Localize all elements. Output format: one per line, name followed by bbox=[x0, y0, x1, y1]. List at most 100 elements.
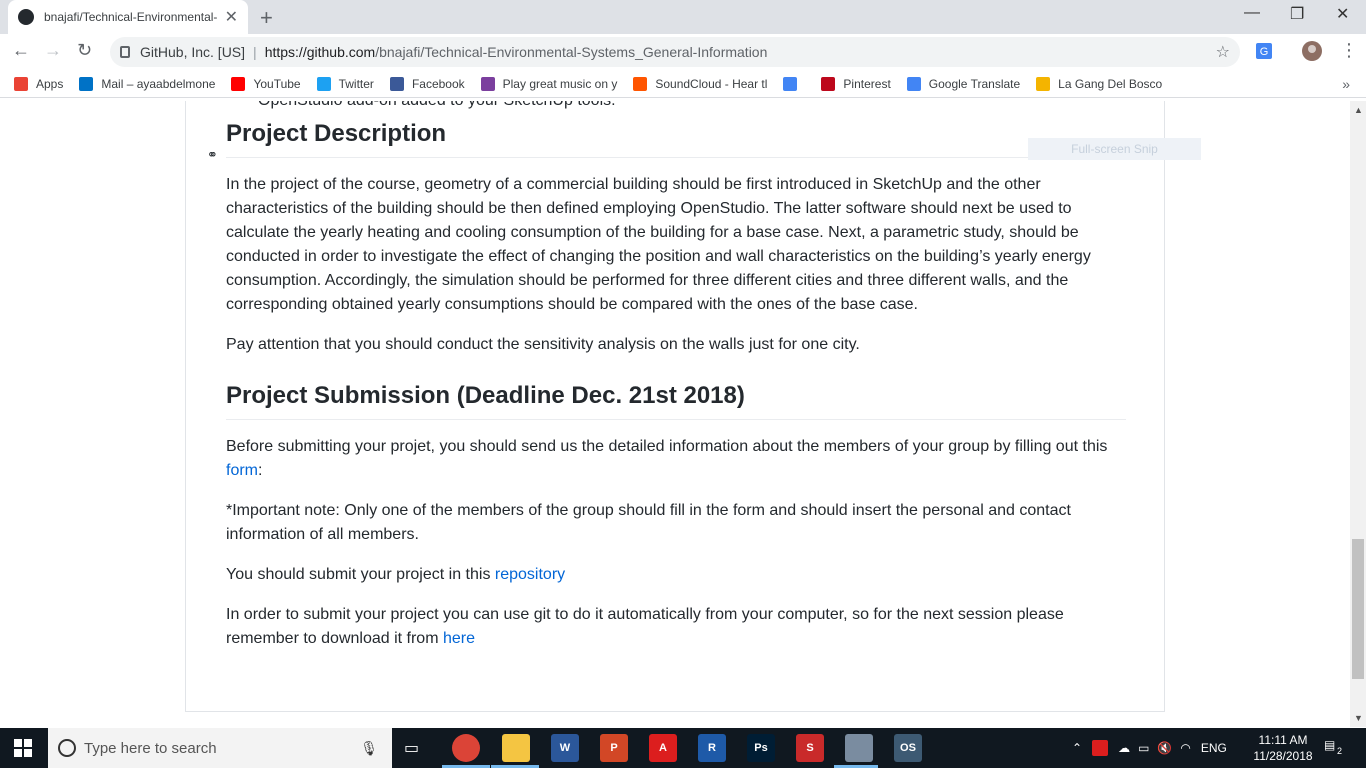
attention-paragraph: Pay attention that you should conduct th… bbox=[226, 336, 860, 353]
bookmark-star-icon[interactable]: ☆ bbox=[1216, 42, 1230, 62]
url-host: https://github.com bbox=[264, 44, 376, 60]
acrobat-icon-letter: A bbox=[659, 742, 667, 754]
certificate-label: GitHub, Inc. [US] bbox=[140, 44, 246, 60]
url-path: /bnajafi/Technical-Environmental-Systems… bbox=[375, 44, 768, 60]
bookmark-label: Facebook bbox=[411, 76, 465, 91]
close-tab-icon[interactable]: ✕ bbox=[225, 7, 238, 27]
pinterest-icon bbox=[821, 76, 836, 91]
here-link[interactable]: here bbox=[443, 630, 475, 647]
music-icon bbox=[480, 76, 495, 91]
clock[interactable]: 11:11 AM 11/28/2018 bbox=[1250, 732, 1316, 764]
bookmark-0[interactable]: Apps bbox=[14, 76, 64, 91]
bookmark-label: SoundCloud - Hear tl bbox=[655, 76, 768, 91]
onedrive-icon[interactable]: ☁ bbox=[1118, 741, 1130, 755]
browser-tab[interactable]: bnajafi/Technical-Environmental- ✕ bbox=[8, 0, 248, 34]
taskbar-search-box[interactable]: Type here to search 🎙 bbox=[48, 728, 392, 768]
bookmark-6[interactable]: SoundCloud - Hear tl bbox=[633, 76, 768, 91]
paint-taskbar-icon[interactable] bbox=[845, 734, 873, 762]
link-anchor-icon[interactable]: ⚭ bbox=[207, 147, 218, 163]
scroll-up-arrow-icon[interactable]: ▲ bbox=[1354, 105, 1363, 115]
url-separator: | bbox=[253, 44, 257, 60]
restore-icon[interactable]: ❐ bbox=[1290, 4, 1304, 24]
photoshop-icon-letter: Ps bbox=[754, 742, 768, 754]
bookmark-label: Apps bbox=[36, 76, 64, 91]
task-view-icon[interactable]: ▭ bbox=[404, 738, 419, 758]
facebook-icon bbox=[389, 76, 404, 91]
back-icon[interactable]: ← bbox=[12, 40, 30, 61]
bookmark-5[interactable]: Play great music on y bbox=[480, 76, 617, 91]
powerpoint-icon-letter: P bbox=[610, 742, 618, 754]
photoshop-taskbar-icon[interactable]: Ps bbox=[747, 734, 775, 762]
powerpoint-taskbar-icon[interactable]: P bbox=[600, 734, 628, 762]
bookmark-4[interactable]: Facebook bbox=[389, 76, 465, 91]
profile-avatar[interactable] bbox=[1302, 41, 1322, 61]
chrome-taskbar-icon[interactable] bbox=[452, 734, 480, 762]
description-paragraph: In the project of the course, geometry o… bbox=[226, 176, 1091, 313]
openstudio-taskbar-icon[interactable]: OS bbox=[894, 734, 922, 762]
browser-toolbar: ← → ↻ GitHub, Inc. [US] | https://github… bbox=[0, 34, 1366, 70]
bookmark-8[interactable]: Pinterest bbox=[821, 76, 891, 91]
reload-icon[interactable]: ↻ bbox=[77, 40, 92, 61]
scrollbar-thumb[interactable] bbox=[1352, 539, 1364, 679]
form-link[interactable]: form bbox=[226, 462, 258, 479]
notification-count: 2 bbox=[1337, 746, 1343, 756]
bookmark-9[interactable]: Google Translate bbox=[906, 76, 1021, 91]
bookmark-label: Twitter bbox=[338, 76, 374, 91]
revit-icon-letter: R bbox=[708, 742, 716, 754]
cortana-icon[interactable] bbox=[58, 739, 76, 757]
word-taskbar-icon[interactable]: W bbox=[551, 734, 579, 762]
minimize-icon[interactable]: — bbox=[1244, 4, 1260, 22]
bookmark-label: La Gang Del Bosco bbox=[1058, 76, 1163, 91]
bookmark-10[interactable]: La Gang Del Bosco bbox=[1036, 76, 1163, 91]
bookmark-label: Pinterest bbox=[843, 76, 891, 91]
acrobat-tray-icon[interactable] bbox=[1092, 740, 1109, 756]
wifi-icon[interactable]: ◠ bbox=[1180, 741, 1190, 755]
twitter-icon bbox=[316, 76, 331, 91]
readme-container: OpenStudio add-on added to your SketchUp… bbox=[185, 101, 1165, 712]
language-indicator[interactable]: ENG bbox=[1201, 741, 1227, 755]
forward-icon[interactable]: → bbox=[44, 40, 62, 61]
important-note-paragraph: *Important note: Only one of the members… bbox=[226, 502, 1071, 543]
notifications-icon[interactable]: ▤ 2 bbox=[1324, 738, 1344, 758]
windows-start-icon[interactable] bbox=[14, 739, 32, 757]
tab-title: bnajafi/Technical-Environmental- bbox=[44, 10, 218, 24]
repository-link[interactable]: repository bbox=[495, 566, 565, 583]
microphone-icon[interactable]: 🎙 bbox=[360, 740, 378, 757]
sketchup-taskbar-icon[interactable]: S bbox=[796, 734, 824, 762]
bookmark-2[interactable]: YouTube bbox=[231, 76, 301, 91]
bookmark-3[interactable]: Twitter bbox=[316, 76, 374, 91]
new-tab-button[interactable]: + bbox=[260, 5, 273, 31]
address-bar[interactable]: GitHub, Inc. [US] | https://github.com/b… bbox=[110, 37, 1240, 67]
system-tray: ⌃ ☁ ▭ 🔇 ◠ ENG bbox=[1072, 728, 1227, 768]
file-explorer-taskbar-icon[interactable] bbox=[502, 734, 530, 762]
form-paragraph-colon: : bbox=[258, 462, 263, 479]
apps-grid-icon bbox=[14, 76, 28, 91]
bookmark-label: Google Translate bbox=[928, 76, 1021, 91]
outlook-icon bbox=[79, 76, 94, 91]
revit-taskbar-icon[interactable]: R bbox=[698, 734, 726, 762]
section-title-submission: Project Submission (Deadline Dec. 21st 2… bbox=[226, 381, 1126, 420]
openstudio-icon-letter: OS bbox=[900, 742, 916, 754]
google-translate-extension-icon[interactable]: G bbox=[1255, 42, 1273, 60]
volume-muted-icon[interactable]: 🔇 bbox=[1157, 741, 1172, 755]
lock-icon[interactable] bbox=[120, 46, 130, 58]
acrobat-taskbar-icon[interactable]: A bbox=[649, 734, 677, 762]
drive-icon bbox=[1036, 76, 1051, 91]
word-icon-letter: W bbox=[559, 742, 571, 754]
scroll-down-arrow-icon[interactable]: ▼ bbox=[1354, 713, 1363, 723]
repository-paragraph: You should submit your project in this r… bbox=[226, 563, 1126, 587]
google-icon bbox=[783, 76, 798, 91]
snip-overlay[interactable]: Full-screen Snip bbox=[1028, 138, 1201, 160]
more-bookmarks-icon[interactable]: » bbox=[1342, 76, 1350, 92]
bookmark-1[interactable]: Mail – ayaabdelmone bbox=[79, 76, 215, 91]
menu-icon[interactable]: ⋮ bbox=[1340, 40, 1358, 61]
show-hidden-icons-icon[interactable]: ⌃ bbox=[1072, 741, 1082, 755]
bookmark-7[interactable] bbox=[783, 76, 805, 91]
previous-list-item: OpenStudio add-on added to your SketchUp… bbox=[258, 101, 616, 110]
battery-icon[interactable]: ▭ bbox=[1138, 741, 1149, 755]
tab-strip: bnajafi/Technical-Environmental- ✕ + — ❐… bbox=[0, 0, 1366, 34]
vertical-scrollbar[interactable]: ▲ ▼ bbox=[1350, 101, 1366, 727]
windows-taskbar: Type here to search 🎙 ▭ W P A R Ps S OS ⌃ ☁ ▭ … bbox=[0, 728, 1366, 768]
bookmarks-bar: Apps Mail – ayaabdelmone YouTube Twitter Fac… bbox=[0, 70, 1366, 98]
close-window-icon[interactable]: ✕ bbox=[1336, 4, 1349, 24]
